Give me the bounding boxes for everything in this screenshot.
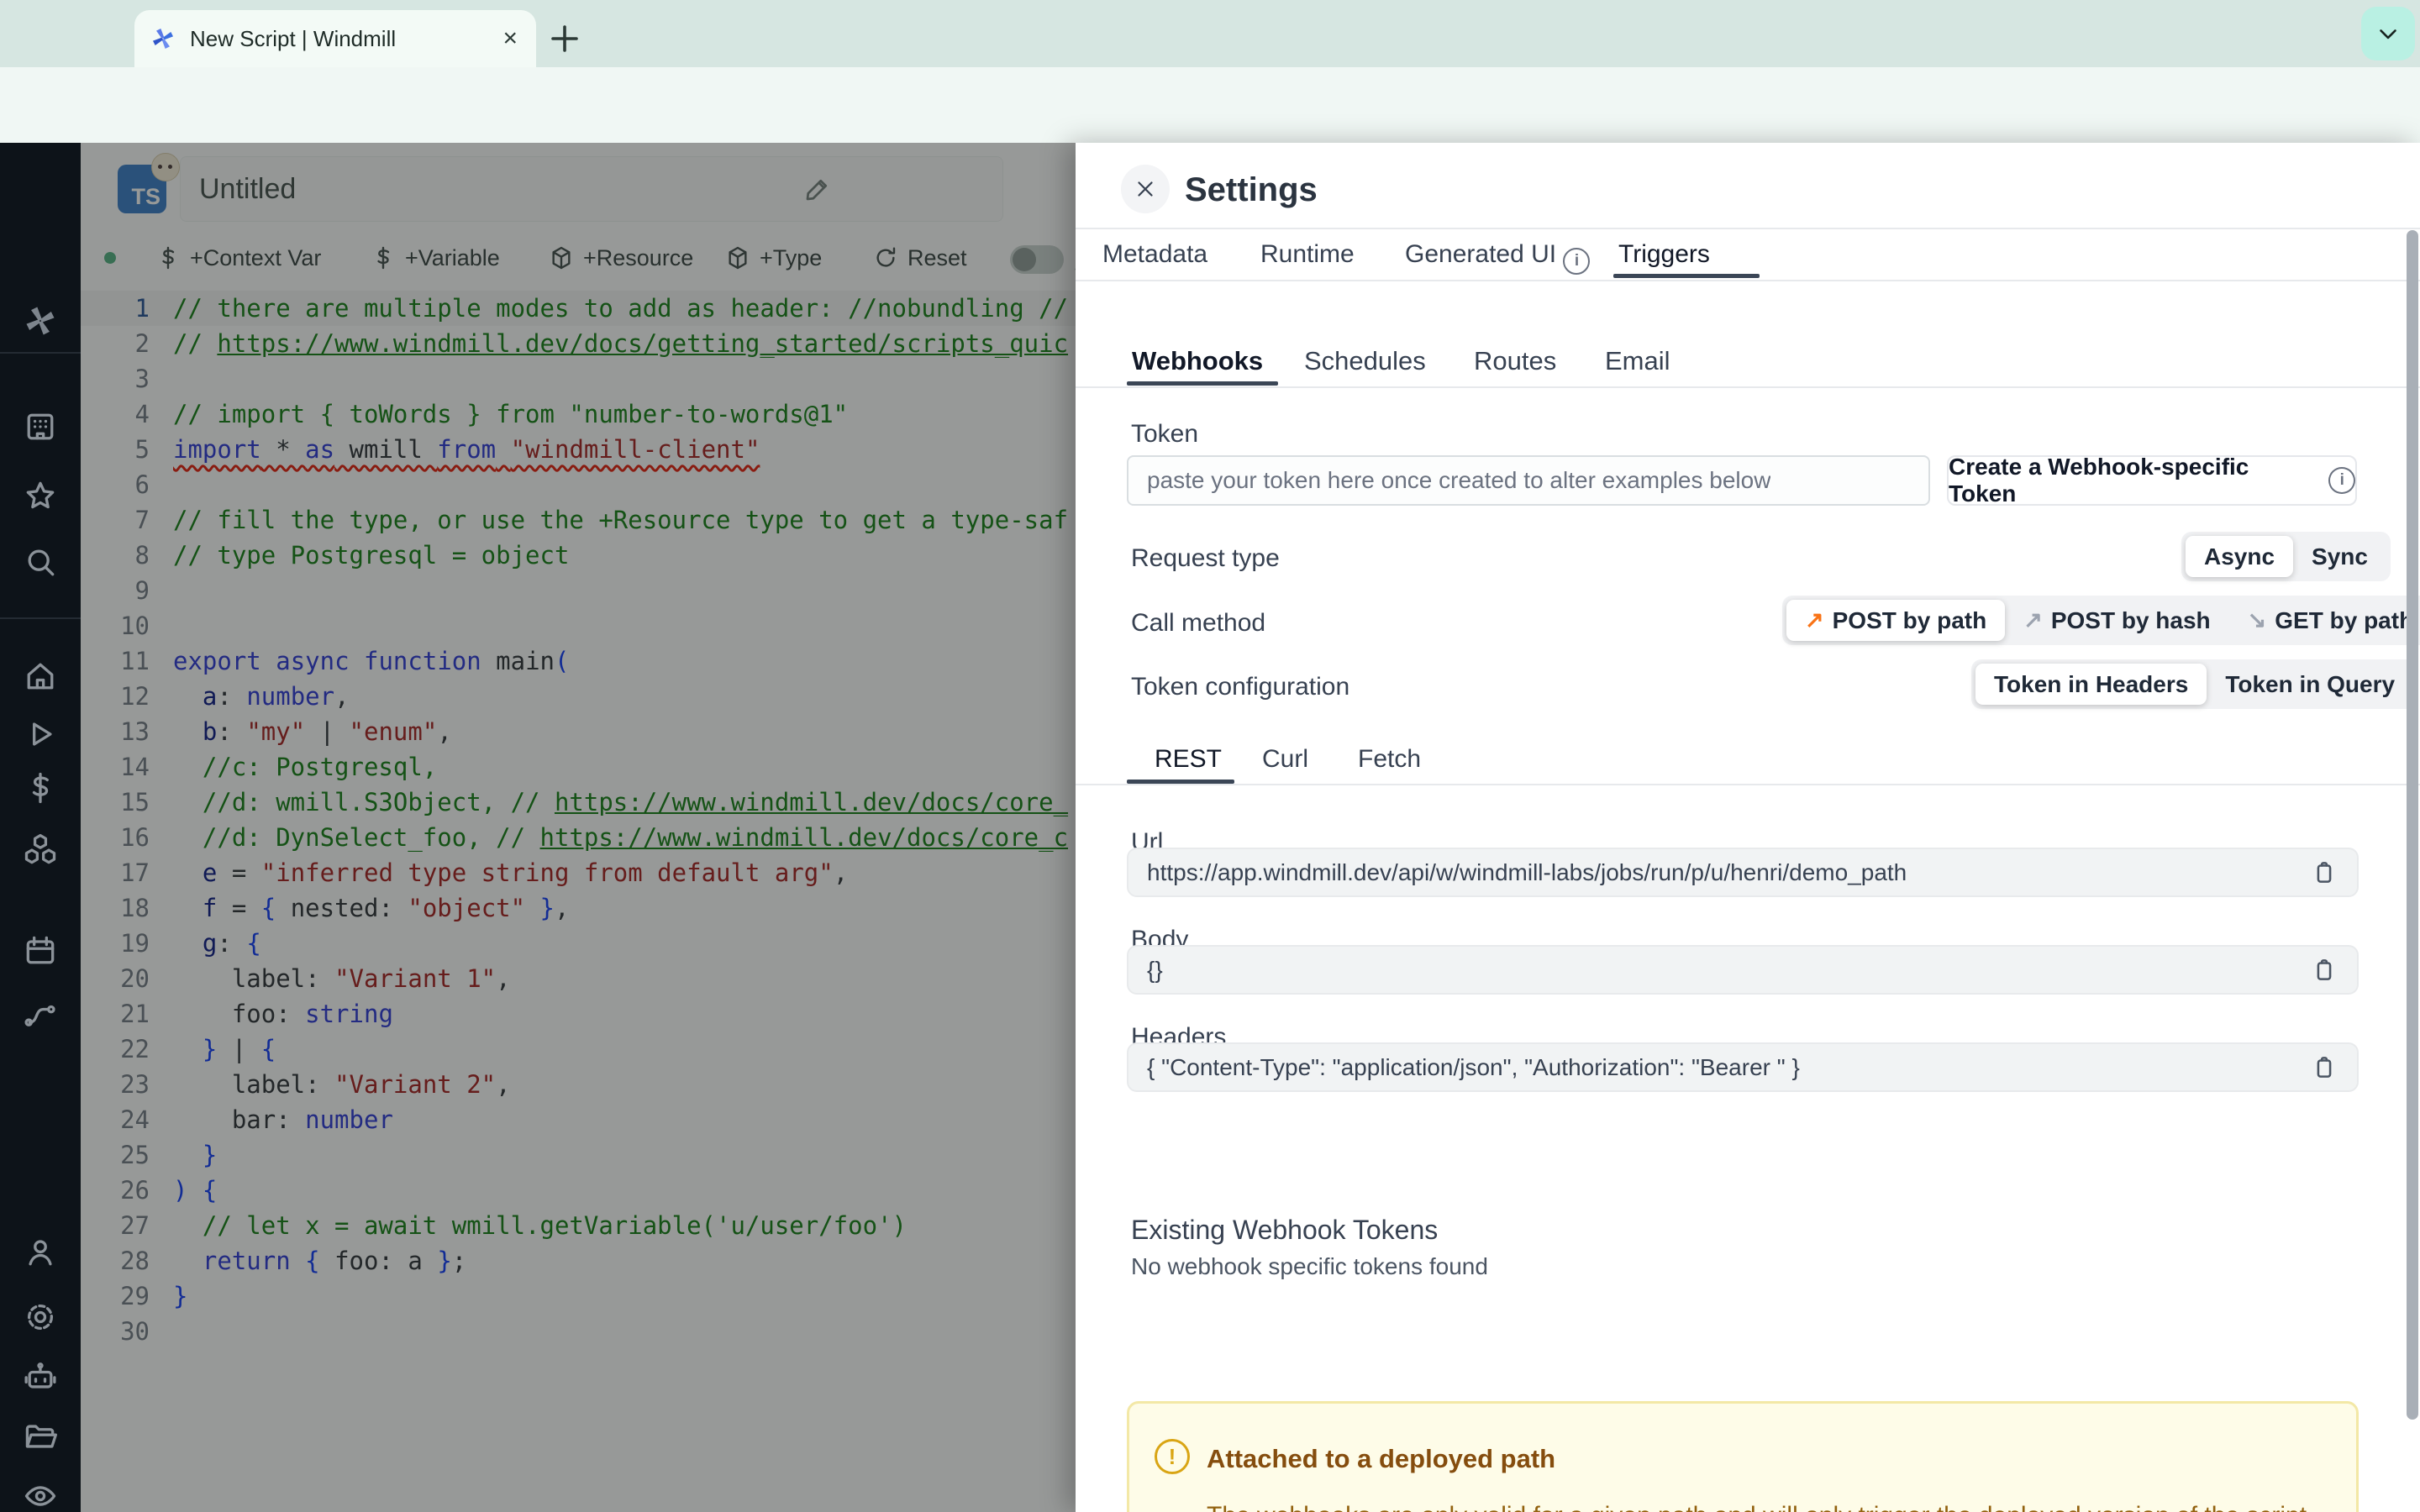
token-input[interactable]: paste your token here once created to al… [1127,455,1930,506]
browser-chrome: New Script | Windmill × app.windmill.dev… [0,0,2420,199]
request-type-sync[interactable]: Sync [2293,536,2386,577]
sidebar-item-workers[interactable] [22,1358,59,1395]
drawer-scrollbar[interactable] [2407,230,2418,1420]
token-placeholder: paste your token here once created to al… [1147,467,1771,493]
new-tab-button[interactable] [544,18,585,59]
sidebar-divider [0,352,81,354]
arrow-up-right-icon: ↗ [1805,607,1824,633]
existing-tokens-title: Existing Webhook Tokens [1131,1215,1439,1245]
sidebar-item-folders[interactable] [22,1418,59,1455]
token-config-segmented: Token in Headers Token in Query [1971,659,2418,709]
info-icon: i [1563,248,1591,275]
tab-webhooks[interactable]: Webhooks [1132,346,1263,376]
call-method-segmented: ↗ POST by path ↗ POST by hash ↘ GET by p… [1782,596,2420,645]
request-type-async[interactable]: Async [2186,536,2294,577]
windmill-logo-icon[interactable] [22,302,59,339]
token-config-label: Token configuration [1131,673,1350,701]
url-field: https://app.windmill.dev/api/w/windmill-… [1127,848,2359,897]
active-webhook-underline [1127,381,1278,386]
call-method-post-by-hash[interactable]: ↗ POST by hash [2005,600,2228,641]
tab-routes[interactable]: Routes [1474,346,1556,376]
token-label: Token [1131,420,1199,448]
tab-title: New Script | Windmill [190,25,397,51]
arrow-up-right-icon: ↗ [2023,607,2043,633]
tab-schedules[interactable]: Schedules [1304,346,1426,376]
sidebar-item-settings[interactable] [22,1299,59,1336]
sidebar-item-variables[interactable] [22,769,59,806]
tab-email[interactable]: Email [1605,346,1670,376]
url-value: https://app.windmill.dev/api/w/windmill-… [1147,858,1907,885]
close-button[interactable] [1121,165,1170,213]
call-method-post-by-path[interactable]: ↗ POST by path [1786,600,2006,641]
sidebar-item-workspace[interactable] [22,408,59,445]
headers-value: { "Content-Type": "application/json", "A… [1147,1053,1800,1080]
arrow-down-right-icon: ↘ [2247,607,2267,633]
tab-generated-ui[interactable]: Generated UI i [1405,240,1591,275]
call-method-get-by-path[interactable]: ↘ GET by path [2229,600,2420,641]
active-tab-underline [1613,274,1760,278]
tab-fetch[interactable]: Fetch [1358,745,1421,774]
sidebar-item-schedules[interactable] [22,932,59,969]
drawer-backdrop[interactable] [81,143,1076,1512]
browser-toolbar: app.windmill.dev/scripts/add#JTdCJTIyaGF… [0,67,2420,199]
create-webhook-token-button[interactable]: Create a Webhook-specific Token i [1947,454,2357,507]
sidebar-item-runs[interactable] [22,716,59,753]
tab-curl[interactable]: Curl [1262,745,1308,774]
tab-runtime[interactable]: Runtime [1260,240,1355,269]
existing-tokens-empty: No webhook specific tokens found [1131,1253,1488,1279]
close-icon [1133,176,1158,202]
sidebar-item-users[interactable] [22,1234,59,1271]
drawer-title: Settings [1185,171,1318,208]
alert-circle-icon: ! [1155,1439,1190,1474]
copy-icon[interactable] [2310,956,2338,984]
info-icon: i [2328,467,2355,494]
sidebar-item-resources[interactable] [22,832,59,869]
tab-rest[interactable]: REST [1155,745,1222,774]
copy-icon[interactable] [2310,858,2338,887]
settings-drawer: Settings Metadata Runtime Generated UI i… [1076,143,2420,1512]
warning-body: The webhooks are only valid for a given … [1207,1498,2324,1512]
call-method-label: Call method [1131,609,1266,637]
sidebar-item-routes[interactable] [22,996,59,1033]
token-in-headers[interactable]: Token in Headers [1975,664,2207,705]
windmill-favicon [150,25,176,52]
body-field: {} [1127,945,2359,995]
body-value: {} [1147,956,1163,983]
warning-title: Attached to a deployed path [1207,1444,1556,1473]
tab-metadata[interactable]: Metadata [1102,240,1207,269]
request-type-segmented: Async Sync [2181,532,2391,581]
sidebar-item-home[interactable] [22,658,59,695]
chevron-down-icon [2374,19,2402,48]
app-window: New Script | Windmill × app.windmill.dev… [0,0,2420,1512]
sidebar-item-search[interactable] [22,543,59,580]
browser-tab[interactable]: New Script | Windmill × [134,10,536,67]
sidebar-item-audit-logs[interactable] [22,1478,59,1512]
token-in-query[interactable]: Token in Query [2207,664,2413,705]
copy-icon[interactable] [2310,1053,2338,1082]
app-sidebar [0,143,81,1512]
sidebar-divider [0,617,81,619]
tab-close-icon[interactable]: × [499,24,521,53]
tab-triggers[interactable]: Triggers [1618,240,1710,269]
sidebar-item-favorites[interactable] [22,477,59,514]
request-type-label: Request type [1131,544,1280,572]
deployed-path-warning: ! Attached to a deployed path The webhoo… [1127,1401,2359,1512]
headers-field: { "Content-Type": "application/json", "A… [1127,1042,2359,1092]
browser-chevron-button[interactable] [2361,7,2415,60]
